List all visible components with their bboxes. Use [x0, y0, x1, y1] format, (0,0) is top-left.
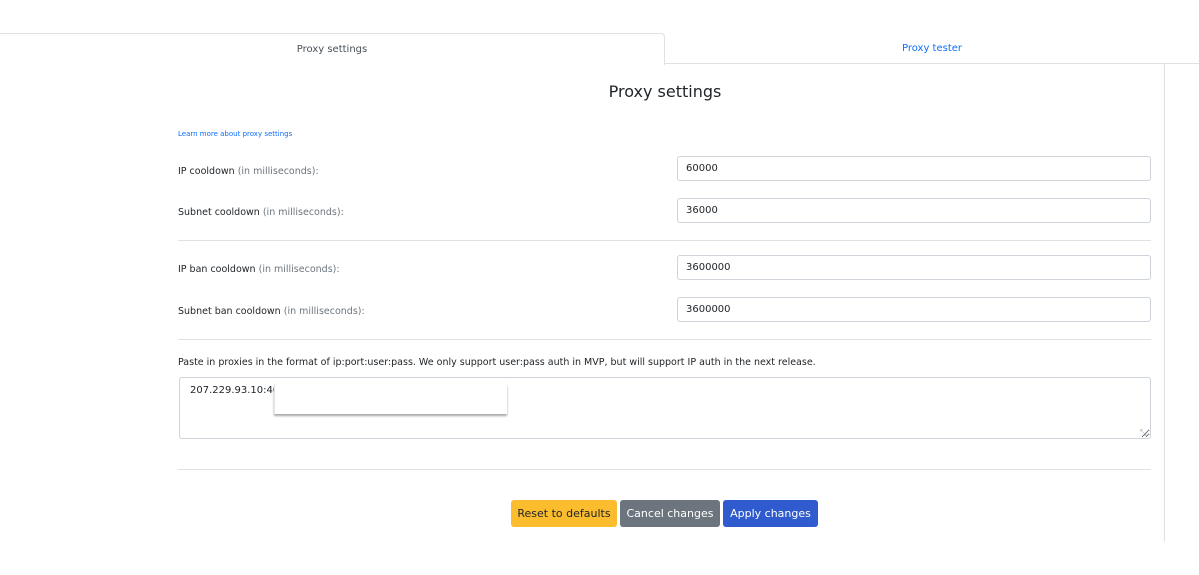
subnet-ban-cooldown-hint: (in milliseconds): [283, 306, 365, 317]
ip-ban-cooldown-hint: (in milliseconds): [258, 264, 340, 275]
ip-ban-cooldown-label-text: IP ban cooldown [178, 264, 256, 275]
ip-cooldown-label: IP cooldown (in milliseconds): [178, 166, 319, 177]
ip-cooldown-label-text: IP cooldown [178, 166, 235, 177]
autocomplete-popup[interactable] [274, 384, 507, 414]
cancel-changes-button[interactable]: Cancel changes [620, 500, 720, 527]
divider [178, 339, 1151, 340]
reset-defaults-button[interactable]: Reset to defaults [511, 500, 617, 527]
apply-changes-button[interactable]: Apply changes [723, 500, 818, 527]
subnet-cooldown-input[interactable] [677, 198, 1151, 223]
ip-cooldown-hint: (in milliseconds): [237, 166, 319, 177]
proxies-format-note: Paste in proxies in the format of ip:por… [178, 357, 816, 368]
subnet-ban-cooldown-label: Subnet ban cooldown (in milliseconds): [178, 306, 365, 317]
tab-bar: Proxy settings Proxy tester [0, 33, 1199, 65]
resize-handle-icon[interactable]: ⤡ [1140, 429, 1148, 437]
subnet-ban-cooldown-label-text: Subnet ban cooldown [178, 306, 281, 317]
subnet-ban-cooldown-input[interactable] [677, 297, 1151, 322]
divider [178, 240, 1151, 241]
subnet-cooldown-label-text: Subnet cooldown [178, 207, 260, 218]
ip-ban-cooldown-input[interactable] [677, 255, 1151, 280]
tab-proxy-settings[interactable]: Proxy settings [0, 33, 665, 65]
subnet-cooldown-hint: (in milliseconds): [262, 207, 344, 218]
subnet-cooldown-label: Subnet cooldown (in milliseconds): [178, 207, 344, 218]
divider [178, 469, 1151, 470]
ip-ban-cooldown-label: IP ban cooldown (in milliseconds): [178, 264, 340, 275]
ip-cooldown-input[interactable] [677, 156, 1151, 181]
learn-more-link[interactable]: Learn more about proxy settings [178, 130, 292, 138]
tab-proxy-tester[interactable]: Proxy tester [665, 33, 1199, 64]
page-title: Proxy settings [608, 82, 722, 101]
panel-right-border [1164, 64, 1165, 542]
